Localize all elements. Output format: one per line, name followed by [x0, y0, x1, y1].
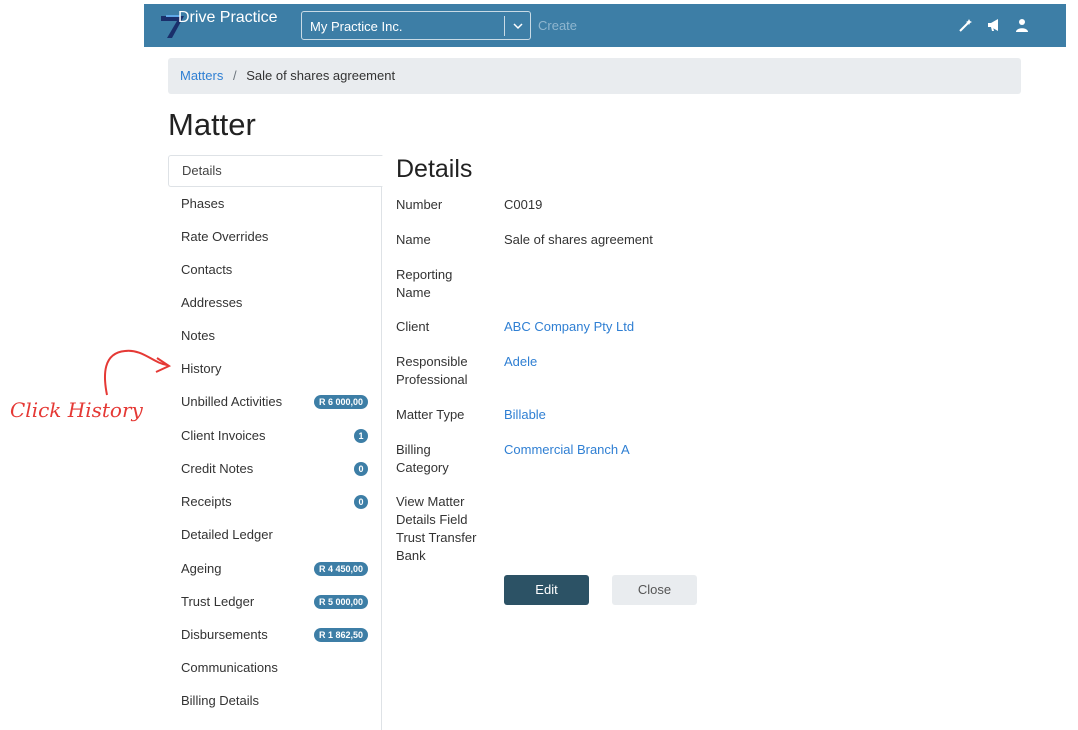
sidenav-item-label: Credit Notes — [181, 461, 254, 476]
magic-wand-icon[interactable] — [958, 17, 974, 33]
sidenav-item-label: Disbursements — [181, 627, 268, 642]
breadcrumb-current: Sale of shares agreement — [246, 68, 396, 83]
count-badge: 0 — [354, 462, 368, 476]
field-value-name: Sale of shares agreement — [504, 232, 653, 247]
field-label-number: Number — [396, 197, 443, 212]
top-icons — [958, 17, 1030, 33]
chevron-down-icon — [513, 23, 523, 30]
sidenav-item-notes[interactable]: Notes — [168, 320, 382, 352]
amount-badge: R 5 000,00 — [313, 595, 368, 609]
field-label-matter-type: Matter Type — [396, 407, 465, 422]
breadcrumb-matters-link[interactable]: Matters — [180, 68, 223, 83]
sidenav-item-phases[interactable]: Phases — [168, 188, 382, 220]
sidenav-item-label: Trust Ledger — [181, 594, 255, 609]
sidenav-item-label: Receipts — [181, 494, 232, 509]
sidenav-item-trust-ledger[interactable]: Trust Ledger R 5 000,00 — [168, 586, 382, 618]
sidenav-item-rate-overrides[interactable]: Rate Overrides — [168, 221, 382, 253]
close-button[interactable]: Close — [612, 575, 697, 605]
amount-badge: R 4 450,00 — [313, 562, 368, 576]
client-link[interactable]: ABC Company Pty Ltd — [504, 318, 634, 336]
billing-category-link[interactable]: Commercial Branch A — [504, 441, 630, 459]
field-label-responsible-professional: Responsible Professional — [396, 354, 468, 387]
sidenav-item-credit-notes[interactable]: Credit Notes 0 — [168, 453, 382, 485]
sidenav-item-label: Detailed Ledger — [181, 527, 273, 542]
sidenav-item-label: Addresses — [181, 295, 243, 310]
megaphone-icon[interactable] — [986, 17, 1002, 33]
practice-select[interactable]: My Practice Inc. — [301, 11, 531, 40]
amount-badge: R 1 862,50 — [313, 628, 368, 642]
user-icon[interactable] — [1014, 17, 1030, 33]
matter-sidenav: Details Phases Rate Overrides Contacts A… — [168, 155, 383, 730]
brand-name[interactable]: Drive Practice — [178, 9, 278, 27]
field-value-number: C0019 — [504, 197, 543, 212]
sidenav-item-label: Rate Overrides — [181, 229, 269, 244]
sidenav-item-addresses[interactable]: Addresses — [168, 287, 382, 319]
matter-type-link[interactable]: Billable — [504, 406, 546, 424]
breadcrumb-separator: / — [232, 68, 237, 83]
sidenav-item-label: Contacts — [181, 262, 233, 277]
select-divider — [504, 16, 505, 36]
sidenav-item-receipts[interactable]: Receipts 0 — [168, 486, 382, 518]
create-link[interactable]: Create — [538, 18, 577, 33]
sidenav-item-label: History — [181, 361, 222, 376]
sidenav-item-contacts[interactable]: Contacts — [168, 254, 382, 286]
sidenav-item-label: Details — [182, 163, 222, 178]
sidenav-item-communications[interactable]: Communications — [168, 652, 382, 684]
field-label-client: Client — [396, 319, 430, 334]
sidenav-item-client-invoices[interactable]: Client Invoices 1 — [168, 420, 382, 452]
sidenav-item-label: Notes — [181, 328, 215, 343]
top-navbar: Drive Practice My Practice Inc. Create — [144, 4, 1066, 47]
sidenav-item-history[interactable]: History — [168, 353, 382, 385]
practice-select-value: My Practice Inc. — [310, 19, 403, 34]
sidenav-item-ageing[interactable]: Ageing R 4 450,00 — [168, 553, 382, 585]
field-label-trust-transfer-bank: View Matter Details Field Trust Transfer… — [396, 494, 477, 563]
details-heading: Details — [396, 155, 473, 183]
sidenav-item-label: Unbilled Activities — [181, 394, 283, 409]
sidenav-item-disbursements[interactable]: Disbursements R 1 862,50 — [168, 619, 382, 651]
edit-button[interactable]: Edit — [504, 575, 589, 605]
sidenav-item-unbilled-activities[interactable]: Unbilled Activities R 6 000,00 — [168, 386, 382, 418]
sidenav-item-detailed-ledger[interactable]: Detailed Ledger — [168, 519, 382, 551]
breadcrumb: Matters / Sale of shares agreement — [168, 58, 1021, 94]
annotation-text: Click History — [10, 398, 143, 422]
amount-badge: R 6 000,00 — [313, 395, 368, 409]
count-badge: 0 — [354, 495, 368, 509]
sidenav-item-label: Communications — [181, 660, 278, 675]
count-badge: 1 — [354, 429, 368, 443]
sidenav-item-label: Ageing — [181, 561, 222, 576]
sidenav-item-details[interactable]: Details — [168, 155, 383, 187]
responsible-professional-link[interactable]: Adele — [504, 353, 537, 371]
field-label-name: Name — [396, 232, 431, 247]
page-title: Matter — [168, 107, 256, 142]
sidenav-item-label: Billing Details — [181, 693, 260, 708]
field-label-reporting-name: Reporting Name — [396, 267, 453, 300]
field-label-billing-category: Billing Category — [396, 442, 449, 475]
sidenav-item-billing-details[interactable]: Billing Details — [168, 685, 382, 717]
sidenav-item-label: Phases — [181, 196, 225, 211]
sidenav-item-label: Client Invoices — [181, 428, 266, 443]
